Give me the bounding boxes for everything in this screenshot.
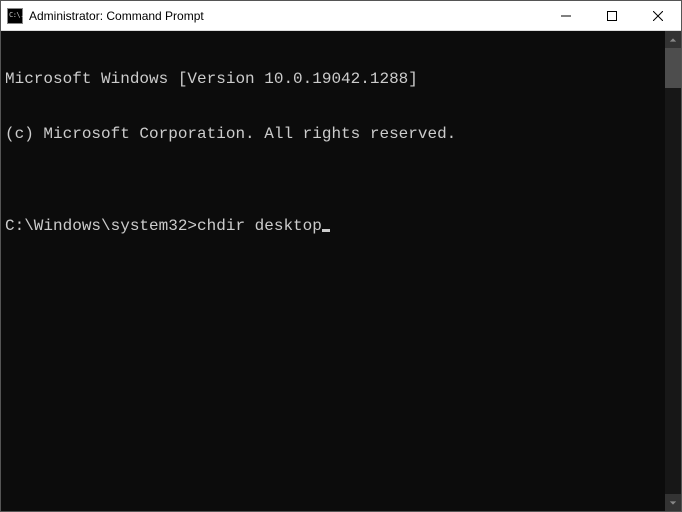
chevron-up-icon — [669, 36, 677, 44]
scroll-track[interactable] — [665, 48, 681, 494]
prompt-line: C:\Windows\system32>chdir desktop — [5, 217, 661, 235]
cmd-icon: C:\. — [7, 8, 23, 24]
window-controls — [543, 1, 681, 30]
scroll-up-button[interactable] — [665, 31, 681, 48]
command-prompt-window: C:\. Administrator: Command Prompt — [0, 0, 682, 512]
titlebar-left: C:\. Administrator: Command Prompt — [1, 8, 204, 24]
close-button[interactable] — [635, 1, 681, 30]
maximize-button[interactable] — [589, 1, 635, 30]
titlebar[interactable]: C:\. Administrator: Command Prompt — [1, 1, 681, 31]
maximize-icon — [607, 11, 617, 21]
vertical-scrollbar[interactable] — [665, 31, 681, 511]
chevron-down-icon — [669, 499, 677, 507]
scroll-down-button[interactable] — [665, 494, 681, 511]
command-input[interactable]: chdir desktop — [197, 217, 322, 235]
scroll-thumb[interactable] — [665, 48, 681, 88]
minimize-icon — [561, 11, 571, 21]
cursor — [322, 229, 330, 232]
terminal-content[interactable]: Microsoft Windows [Version 10.0.19042.12… — [1, 31, 665, 511]
prompt-text: C:\Windows\system32> — [5, 217, 197, 235]
output-line-2: (c) Microsoft Corporation. All rights re… — [5, 125, 661, 143]
window-title: Administrator: Command Prompt — [29, 9, 204, 23]
terminal-area: Microsoft Windows [Version 10.0.19042.12… — [1, 31, 681, 511]
close-icon — [653, 11, 663, 21]
output-line-1: Microsoft Windows [Version 10.0.19042.12… — [5, 70, 661, 88]
cmd-icon-label: C:\. — [9, 12, 24, 19]
minimize-button[interactable] — [543, 1, 589, 30]
